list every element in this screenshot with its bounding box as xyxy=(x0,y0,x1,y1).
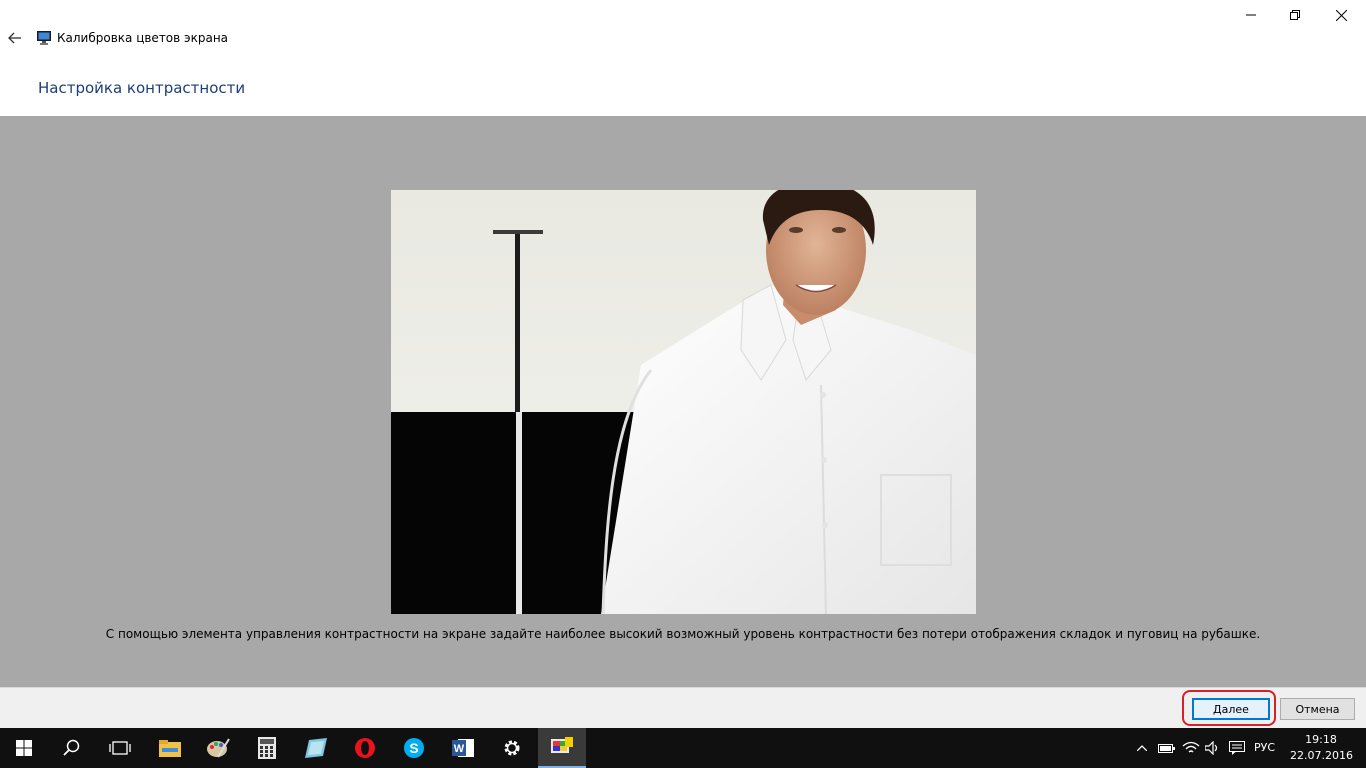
instruction-text: С помощью элемента управления контрастно… xyxy=(105,627,1261,641)
task-view-icon xyxy=(109,741,131,755)
paint-icon xyxy=(207,738,230,758)
taskbar: S W РУС 19:18 22.07.2016 xyxy=(0,728,1366,768)
clock-time: 19:18 xyxy=(1305,733,1337,746)
restore-icon xyxy=(1290,10,1300,20)
task-view-button[interactable] xyxy=(96,728,144,768)
taskbar-skype[interactable]: S xyxy=(390,728,438,768)
taskbar-notes[interactable] xyxy=(292,728,340,768)
language-indicator[interactable]: РУС xyxy=(1254,740,1275,756)
monitor-app-icon xyxy=(37,31,51,45)
notification-icon xyxy=(1229,741,1245,755)
taskbar-file-explorer[interactable] xyxy=(146,728,194,768)
windows-start-icon xyxy=(16,740,32,756)
clock[interactable]: 19:18 22.07.2016 xyxy=(1290,732,1353,764)
tray-battery[interactable] xyxy=(1156,728,1178,768)
taskbar-word[interactable]: W xyxy=(439,728,487,768)
footer-bar: Далее Отмена xyxy=(0,687,1366,728)
restore-button[interactable] xyxy=(1272,0,1318,30)
back-arrow-icon xyxy=(8,32,21,44)
search-icon xyxy=(63,739,80,756)
battery-icon xyxy=(1158,744,1175,753)
wifi-icon xyxy=(1182,741,1200,753)
close-icon xyxy=(1335,9,1347,21)
settings-gear-icon xyxy=(504,740,520,756)
back-button[interactable] xyxy=(2,28,28,48)
chevron-up-icon xyxy=(1137,745,1147,751)
next-button[interactable]: Далее xyxy=(1192,698,1270,720)
tray-action-center[interactable] xyxy=(1226,728,1248,768)
opera-icon xyxy=(355,738,375,758)
taskbar-paint[interactable] xyxy=(194,728,242,768)
taskbar-calculator[interactable] xyxy=(243,728,291,768)
start-button[interactable] xyxy=(0,728,48,768)
content-area: С помощью элемента управления контрастно… xyxy=(0,116,1366,687)
contrast-sample-photo xyxy=(391,190,976,614)
title-bar xyxy=(0,0,1366,30)
close-button[interactable] xyxy=(1318,0,1364,30)
page-title: Настройка контрастности xyxy=(38,79,246,97)
taskbar-color-calibration[interactable] xyxy=(538,728,586,768)
svg-text:W: W xyxy=(454,743,465,755)
search-button[interactable] xyxy=(48,728,96,768)
cancel-button[interactable]: Отмена xyxy=(1280,698,1355,720)
tray-volume[interactable] xyxy=(1202,728,1224,768)
show-hidden-icons-button[interactable] xyxy=(1134,728,1150,768)
minimize-button[interactable] xyxy=(1228,0,1274,30)
skype-icon: S xyxy=(404,738,424,758)
tray-network[interactable] xyxy=(1180,728,1202,768)
taskbar-opera[interactable] xyxy=(341,728,389,768)
calibration-window: Калибровка цветов экрана Настройка контр… xyxy=(0,0,1366,728)
speaker-icon xyxy=(1205,741,1218,755)
svg-text:S: S xyxy=(409,740,418,756)
man-in-white-shirt-image xyxy=(391,190,976,614)
minimize-icon xyxy=(1246,14,1256,16)
taskbar-settings[interactable] xyxy=(488,728,536,768)
app-title: Калибровка цветов экрана xyxy=(57,31,229,45)
color-calibration-icon xyxy=(551,737,573,753)
notes-icon xyxy=(305,738,327,758)
clock-date: 22.07.2016 xyxy=(1290,749,1353,762)
calculator-icon xyxy=(258,737,276,759)
word-icon: W xyxy=(452,739,474,757)
file-explorer-icon xyxy=(159,740,181,757)
